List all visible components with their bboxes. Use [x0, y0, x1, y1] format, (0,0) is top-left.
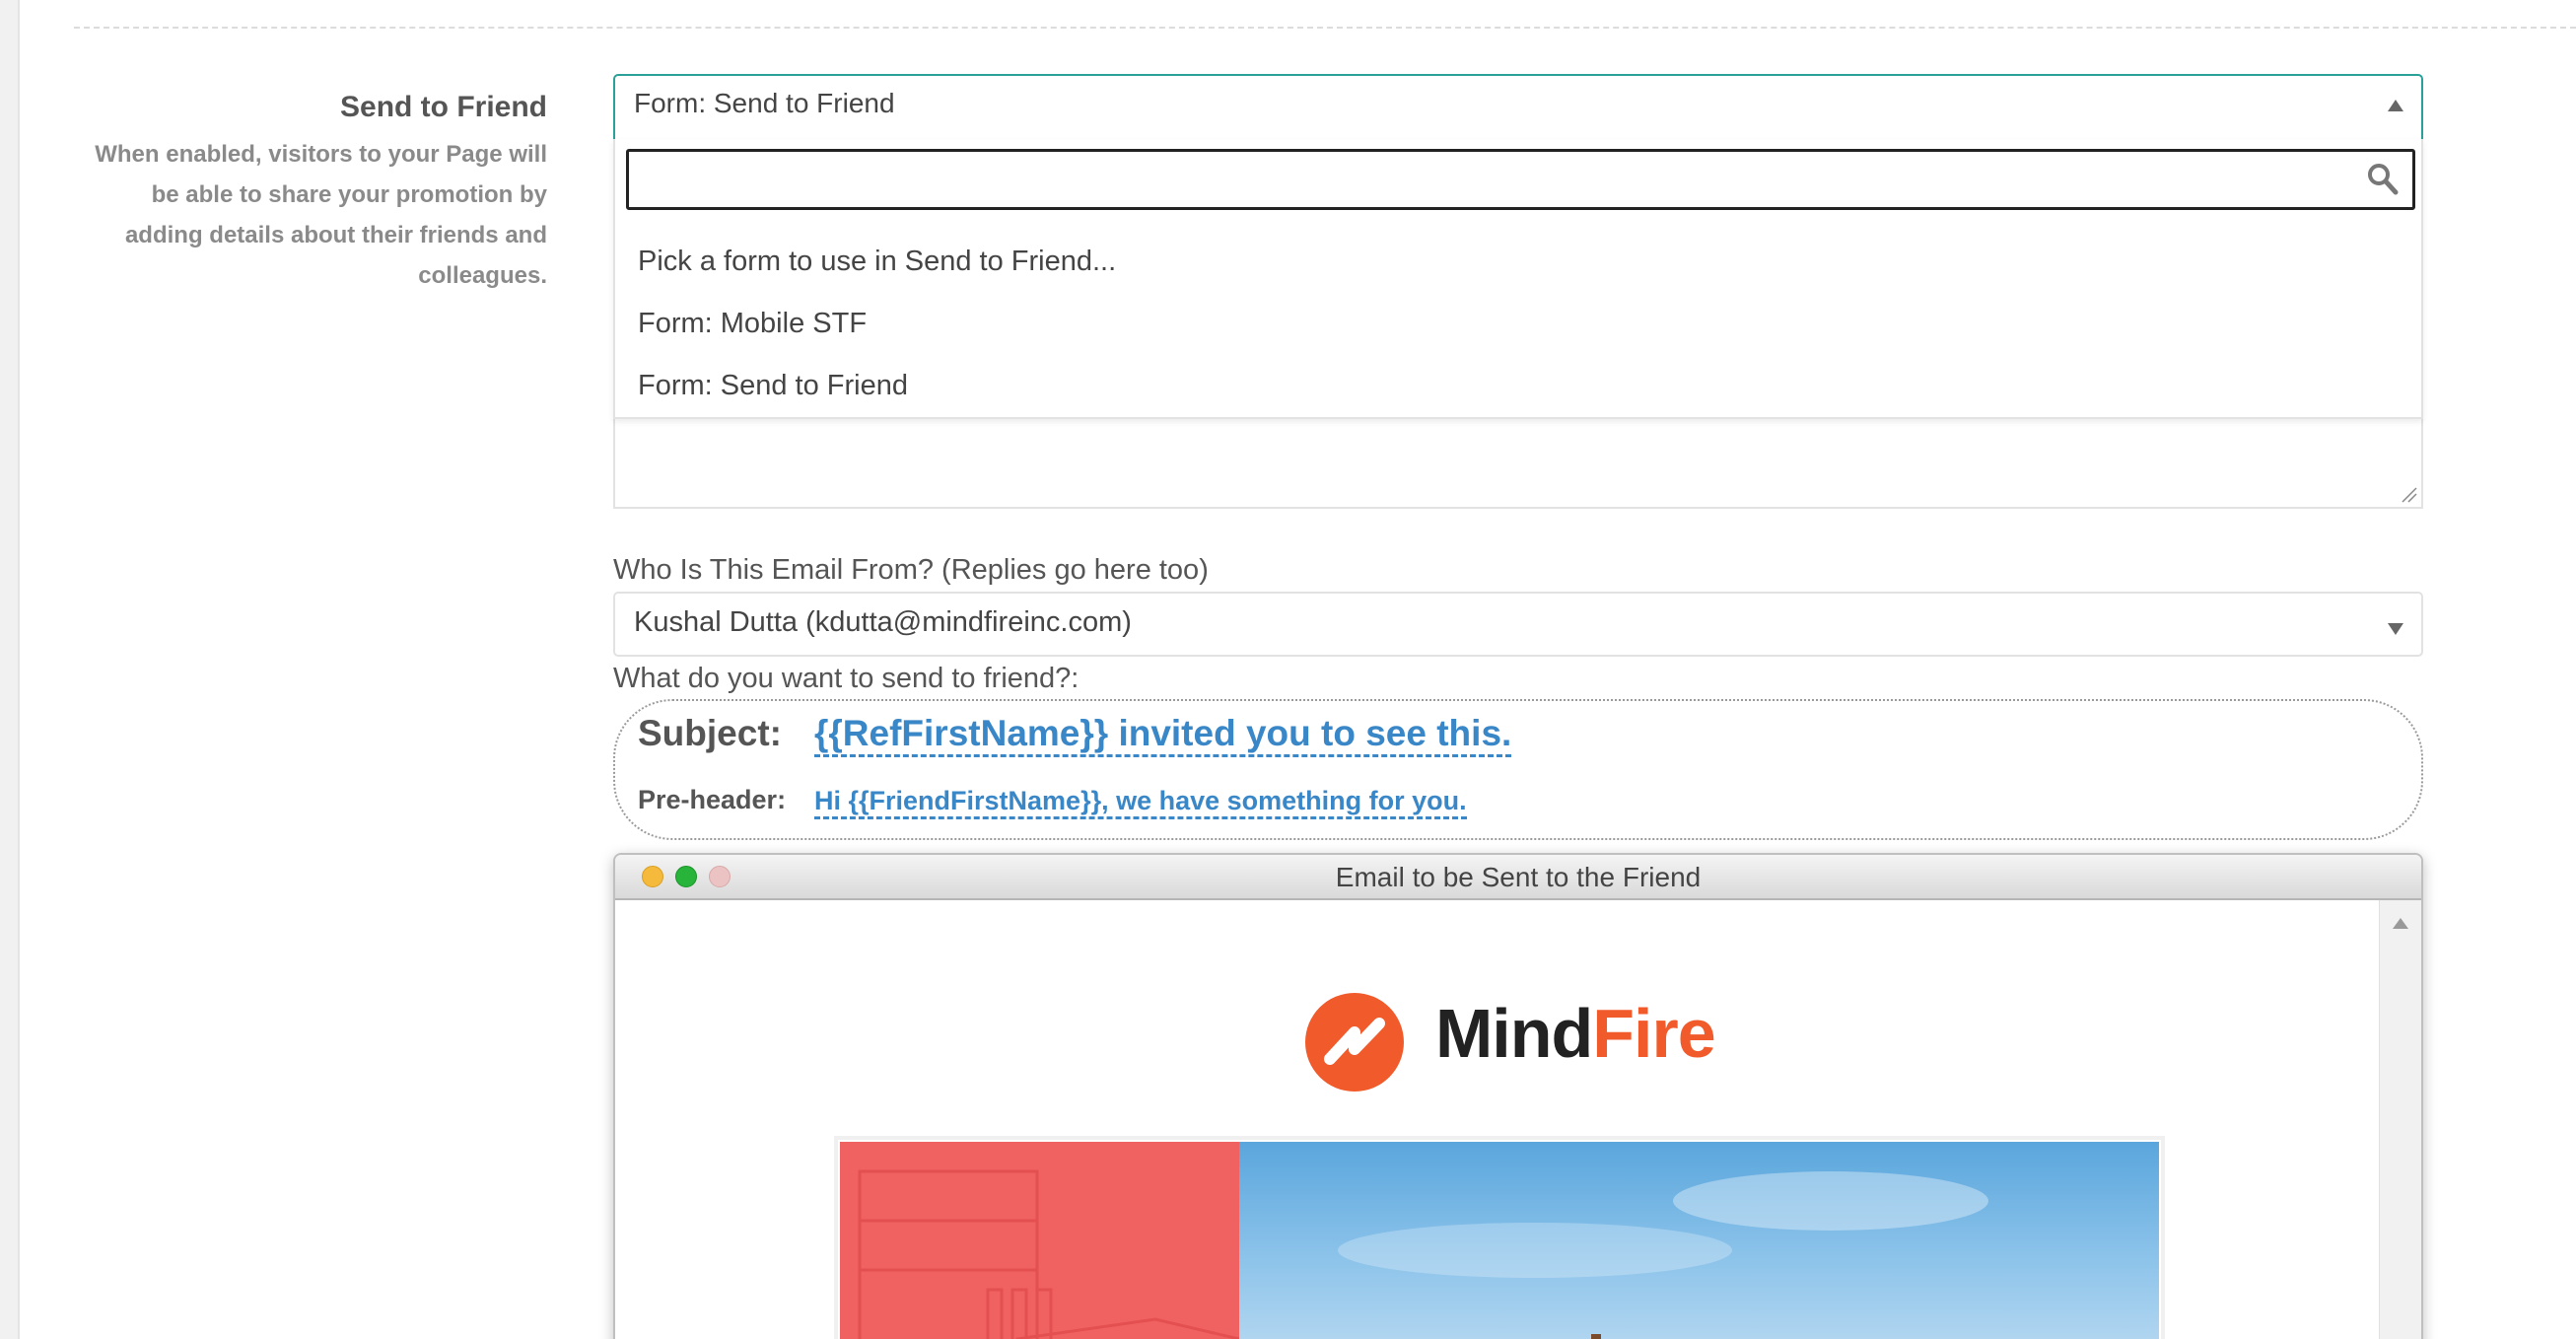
- resize-handle-icon[interactable]: [2399, 484, 2418, 504]
- chevron-down-icon[interactable]: [2388, 623, 2403, 635]
- preview-scrollbar[interactable]: [2379, 900, 2421, 1339]
- preheader-label: Pre-header:: [638, 785, 787, 814]
- mindfire-logo-mark-icon: [1305, 993, 1404, 1092]
- mindfire-logo-text: MindFire: [1435, 995, 1716, 1072]
- subject-editable[interactable]: {{RefFirstName}} invited you to see this…: [814, 713, 1512, 757]
- dome-tower-icon: [1338, 1171, 1988, 1339]
- message-textarea[interactable]: [613, 414, 2423, 509]
- section-divider: [74, 27, 2576, 29]
- left-rail: [0, 0, 20, 1339]
- hero-red-panel: [840, 1142, 1241, 1339]
- form-select-value: Form: Send to Friend: [634, 88, 895, 118]
- section-title: Send to Friend: [340, 91, 547, 123]
- preview-title: Email to be Sent to the Friend: [1335, 862, 1702, 892]
- hero-sky-panel: [1239, 1142, 2159, 1339]
- dropdown-search[interactable]: [626, 149, 2415, 210]
- mindfire-logo: MindFire: [1300, 988, 1716, 1096]
- form-select-dropdown: Pick a form to use in Send to Friend... …: [613, 139, 2423, 419]
- scroll-up-icon[interactable]: [2393, 918, 2408, 929]
- building-silhouette-icon: [858, 1169, 1241, 1339]
- chevron-up-icon[interactable]: [2388, 100, 2403, 111]
- from-select-value: Kushal Dutta (kdutta@mindfireinc.com): [634, 606, 1132, 638]
- form-select[interactable]: Form: Send to Friend: [613, 74, 2423, 139]
- dropdown-option-send-to-friend[interactable]: Form: Send to Friend: [638, 370, 908, 402]
- dropdown-option-placeholder[interactable]: Pick a form to use in Send to Friend...: [638, 246, 1116, 278]
- subject-label: Subject:: [638, 713, 782, 753]
- preheader-editable[interactable]: Hi {{FriendFirstName}}, we have somethin…: [814, 785, 1467, 819]
- from-select[interactable]: Kushal Dutta (kdutta@mindfireinc.com): [613, 592, 2423, 657]
- dropdown-option-mobile-stf[interactable]: Form: Mobile STF: [638, 308, 867, 340]
- search-icon: [2368, 164, 2399, 195]
- email-preview-window: Email to be Sent to the Friend MindFire: [613, 853, 2423, 1339]
- section-description: When enabled, visitors to your Page will…: [95, 141, 547, 289]
- subject-box: Subject: {{RefFirstName}} invited you to…: [613, 699, 2423, 840]
- send-content-label: What do you want to send to friend?:: [613, 663, 1079, 694]
- hero-image: [834, 1136, 2165, 1339]
- from-field-label: Who Is This Email From? (Replies go here…: [613, 554, 1209, 586]
- page: Send to Friend When enabled, visitors to…: [0, 0, 2576, 1339]
- preview-titlebar: Email to be Sent to the Friend: [615, 855, 2421, 900]
- dropdown-search-input[interactable]: [637, 158, 2356, 203]
